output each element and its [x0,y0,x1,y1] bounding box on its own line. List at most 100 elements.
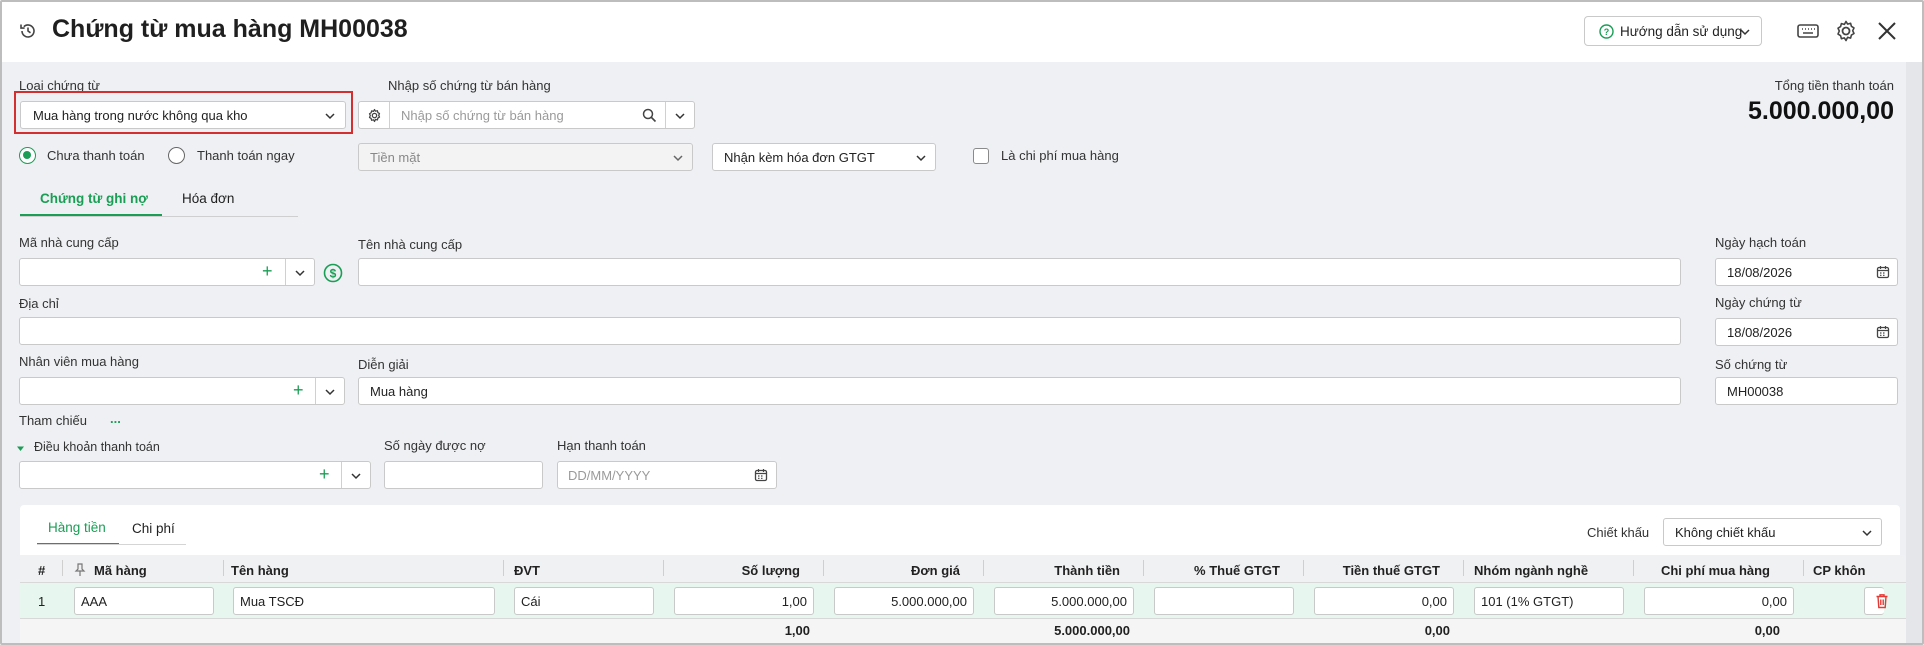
voucher-no-input[interactable]: MH00038 [1715,377,1898,405]
chevron-down-icon [1739,26,1751,38]
address-label: Địa chỉ [19,296,59,311]
column-separator [1633,560,1634,576]
sales-voucher-input[interactable]: Nhập số chứng từ bán hàng [358,101,695,129]
unit-value: Cái [521,594,541,609]
tab-debit-voucher[interactable]: Chứng từ ghi nợ [40,191,148,206]
detail-tab-underline [37,544,186,545]
quantity-input[interactable]: 1,00 [674,587,814,615]
tab-underline [20,216,298,217]
column-separator [1463,560,1464,576]
radio-paid-label: Thanh toán ngay [197,148,295,163]
scrollbar[interactable] [1906,62,1922,643]
unit-price-value: 5.000.000,00 [891,594,967,609]
add-icon[interactable]: + [319,464,330,485]
voucher-date-value: 18/08/2026 [1727,325,1793,340]
address-input[interactable] [19,317,1681,345]
voucher-date-input[interactable]: 18/08/2026 [1715,318,1898,346]
divider [315,378,316,404]
help-button[interactable]: ? Hướng dẫn sử dụng [1584,16,1762,46]
chevron-down-icon[interactable] [674,110,686,122]
sales-voucher-label: Nhập số chứng từ bán hàng [388,78,551,93]
total-purchase-cost: 0,00 [1754,623,1780,638]
col-industry-group[interactable]: Nhóm ngành nghề [1474,563,1588,578]
chevron-down-icon [672,152,684,164]
dollar-icon[interactable]: $ [323,263,343,283]
calendar-icon[interactable] [1876,325,1890,339]
add-icon[interactable]: + [293,380,304,401]
due-date-label: Hạn thanh toán [557,438,646,453]
close-icon[interactable] [1876,20,1898,42]
supplier-code-label: Mã nhà cung cấp [19,235,119,250]
item-code-value: AAA [81,594,108,609]
invoice-option-select[interactable]: Nhận kèm hóa đơn GTGT [712,143,936,171]
discount-select[interactable]: Không chiết khấu [1663,518,1882,546]
column-separator [1303,560,1304,576]
table-footer [20,619,1922,643]
payment-terms-input[interactable]: + [19,461,371,489]
col-purchase-cost[interactable]: Chi phí mua hàng [1661,563,1770,578]
item-name-input[interactable]: Mua TSCĐ [233,587,495,615]
col-vat-rate[interactable]: % Thuế GTGT [1194,563,1280,578]
buyer-input[interactable]: + [19,377,345,405]
column-separator [1803,560,1804,576]
industry-group-input[interactable]: 101 (1% GTGT) [1474,587,1624,615]
add-icon[interactable]: + [262,261,273,282]
chevron-down-icon[interactable] [350,470,362,482]
pin-icon[interactable] [74,563,86,577]
question-icon: ? [1599,24,1614,39]
due-date-placeholder: DD/MM/YYYY [568,468,651,483]
discount-value: Không chiết khấu [1675,525,1776,540]
calendar-icon[interactable] [754,468,768,482]
discount-label: Chiết khấu [1587,525,1650,540]
help-button-label: Hướng dẫn sử dụng [1620,24,1743,39]
col-other-cost[interactable]: CP khôn [1813,563,1866,578]
credit-days-input[interactable] [384,461,543,489]
posting-date-input[interactable]: 18/08/2026 [1715,258,1898,286]
total-vat-amount: 0,00 [1424,623,1450,638]
gear-icon[interactable] [1834,19,1858,43]
tab-costs[interactable]: Chi phí [132,521,175,536]
supplier-code-input[interactable]: + [19,258,315,286]
item-code-input[interactable]: AAA [74,587,214,615]
description-value: Mua hàng [370,384,428,399]
col-quantity[interactable]: Số lượng [742,563,800,578]
radio-unpaid-label: Chưa thanh toán [47,148,145,163]
total-quantity: 1,00 [784,623,810,638]
col-unit[interactable]: ĐVT [514,563,540,578]
amount-input[interactable]: 5.000.000,00 [994,587,1134,615]
radio-unpaid[interactable] [19,147,36,164]
tab-goods[interactable]: Hàng tiền [48,520,106,535]
tab-invoice[interactable]: Hóa đơn [182,191,234,206]
vat-rate-input[interactable] [1154,587,1294,615]
column-separator [503,560,504,576]
purchase-voucher-window: Chứng từ mua hàng MH00038 ? Hướng dẫn sử… [0,0,1924,645]
chevron-down-icon[interactable] [294,267,306,279]
purchase-cost-checkbox[interactable] [973,148,989,164]
purchase-cost-input[interactable]: 0,00 [1644,587,1794,615]
due-date-input[interactable]: DD/MM/YYYY [557,461,777,489]
radio-paid[interactable] [168,147,185,164]
voucher-type-select[interactable]: Mua hàng trong nước không qua kho [20,101,346,129]
payment-method-select[interactable]: Tiền mặt [358,143,693,171]
unit-price-input[interactable]: 5.000.000,00 [834,587,974,615]
trash-icon[interactable] [1875,593,1889,609]
description-input[interactable]: Mua hàng [358,377,1681,405]
search-icon[interactable] [642,108,657,123]
col-item-code[interactable]: Mã hàng [94,563,147,578]
calendar-icon[interactable] [1876,265,1890,279]
col-amount[interactable]: Thành tiền [1054,563,1120,578]
history-icon[interactable] [18,21,38,41]
gear-icon[interactable] [367,108,382,123]
col-unit-price[interactable]: Đơn giá [911,563,960,578]
caret-down-icon[interactable] [16,444,25,453]
chevron-down-icon[interactable] [324,386,336,398]
vat-amount-input[interactable]: 0,00 [1314,587,1454,615]
svg-text:?: ? [1604,27,1610,37]
col-item-name[interactable]: Tên hàng [231,563,289,578]
keyboard-icon[interactable] [1796,21,1820,41]
column-separator [223,560,224,576]
col-vat-amount[interactable]: Tiền thuế GTGT [1343,563,1440,578]
unit-input[interactable]: Cái [514,587,654,615]
supplier-name-input[interactable] [358,258,1681,286]
reference-more-link[interactable]: ... [110,411,121,426]
